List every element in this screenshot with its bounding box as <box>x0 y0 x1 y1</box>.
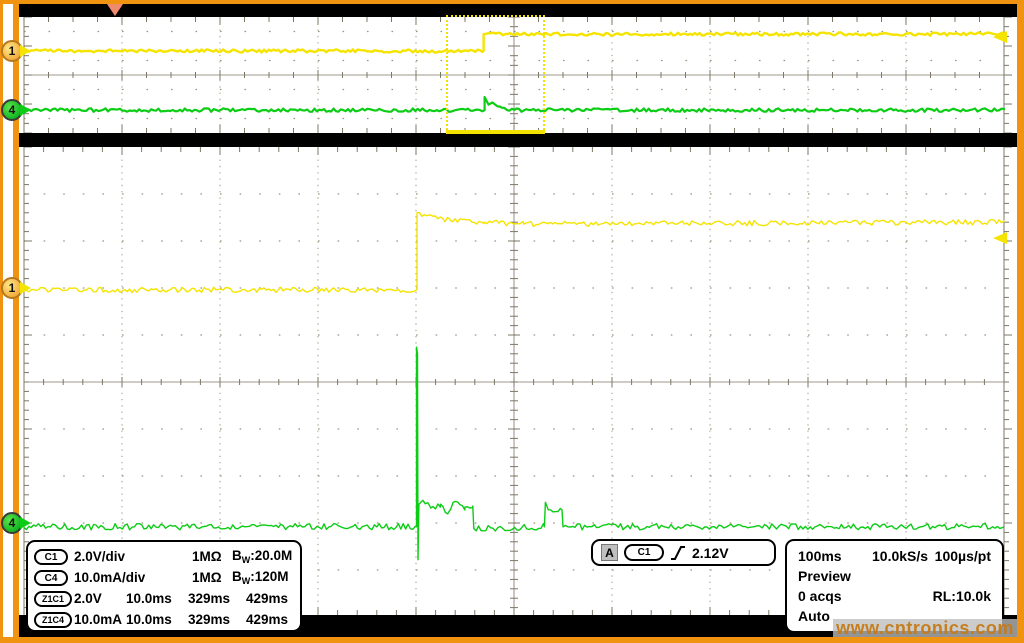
z1c1-channel-badge[interactable]: Z1C1 <box>34 591 72 607</box>
c1-impedance: 1MΩ <box>192 549 232 564</box>
channel-1-ground-arrow-icon <box>20 282 31 294</box>
timebase: 100ms <box>798 548 872 564</box>
trigger-channel-badge: C1 <box>624 544 664 561</box>
acq-count: 0 acqs <box>798 588 842 604</box>
c4-scale: 10.0mA/div <box>74 570 192 585</box>
z1c4-time2: 329ms <box>188 612 246 627</box>
z1c1-readout-row: Z1C1 2.0V 10.0ms 329ms 429ms <box>34 588 294 609</box>
channel-4-ground-arrow-icon <box>20 517 31 529</box>
c4-readout-row: C4 10.0mA/div 1MΩ BW:120M <box>34 567 294 588</box>
z1c4-time1: 10.0ms <box>126 612 188 627</box>
point-resolution: 100µs/pt <box>935 548 991 564</box>
z1c4-scale: 10.0mA <box>74 612 126 627</box>
c4-bandwidth: BW:120M <box>232 569 294 586</box>
z1c1-time2: 329ms <box>188 591 246 606</box>
trigger-readout-panel[interactable]: A C1 2.12V <box>591 539 776 566</box>
acq-count-row: 0 acqs RL:10.0k <box>798 586 991 606</box>
z1c1-scale: 2.0V <box>74 591 126 606</box>
watermark: www.cntronics.com <box>833 619 1017 637</box>
trigger-source-badge: A <box>601 544 618 561</box>
z1c1-right-edge-arrow-icon <box>993 232 1007 244</box>
screen-frame-right <box>1017 0 1024 643</box>
c4-impedance: 1MΩ <box>192 570 232 585</box>
z1c4-channel-badge[interactable]: Z1C4 <box>34 612 72 628</box>
z1c4-readout-row: Z1C4 10.0mA 10.0ms 329ms 429ms <box>34 609 294 630</box>
record-length: RL:10.0k <box>933 588 991 604</box>
plot-divider-bar <box>19 133 1017 147</box>
acq-status-row: Preview <box>798 566 991 586</box>
c1-readout-row: C1 2.0V/div 1MΩ BW:20.0M <box>34 546 294 567</box>
channel-4-ground-arrow-icon <box>20 104 31 116</box>
rising-edge-icon <box>670 544 686 562</box>
oscilloscope-screen: C1 2.0V/div 1MΩ BW:20.0M C4 10.0mA/div 1… <box>0 0 1024 643</box>
acq-status: Preview <box>798 568 851 584</box>
z1c1-time3: 429ms <box>246 591 294 606</box>
screen-frame-left <box>0 0 3 643</box>
c1-bandwidth: BW:20.0M <box>232 548 294 565</box>
sample-rate: 10.0kS/s <box>872 548 928 564</box>
c4-channel-badge[interactable]: C4 <box>34 570 68 586</box>
trigger-mode: Auto <box>798 608 830 624</box>
trigger-level: 2.12V <box>692 545 729 561</box>
z1c4-time3: 429ms <box>246 612 294 627</box>
z1c1-time1: 10.0ms <box>126 591 188 606</box>
horizontal-readout-row: 100ms 10.0kS/s 100µs/pt <box>798 546 991 566</box>
zoom-window-box[interactable] <box>446 15 545 134</box>
c1-channel-badge[interactable]: C1 <box>34 549 68 565</box>
c1-scale: 2.0V/div <box>74 549 192 564</box>
channel-1-ground-arrow-icon <box>20 45 31 57</box>
channel-readout-panel[interactable]: C1 2.0V/div 1MΩ BW:20.0M C4 10.0mA/div 1… <box>26 540 302 632</box>
trigger-position-icon[interactable] <box>107 4 123 16</box>
